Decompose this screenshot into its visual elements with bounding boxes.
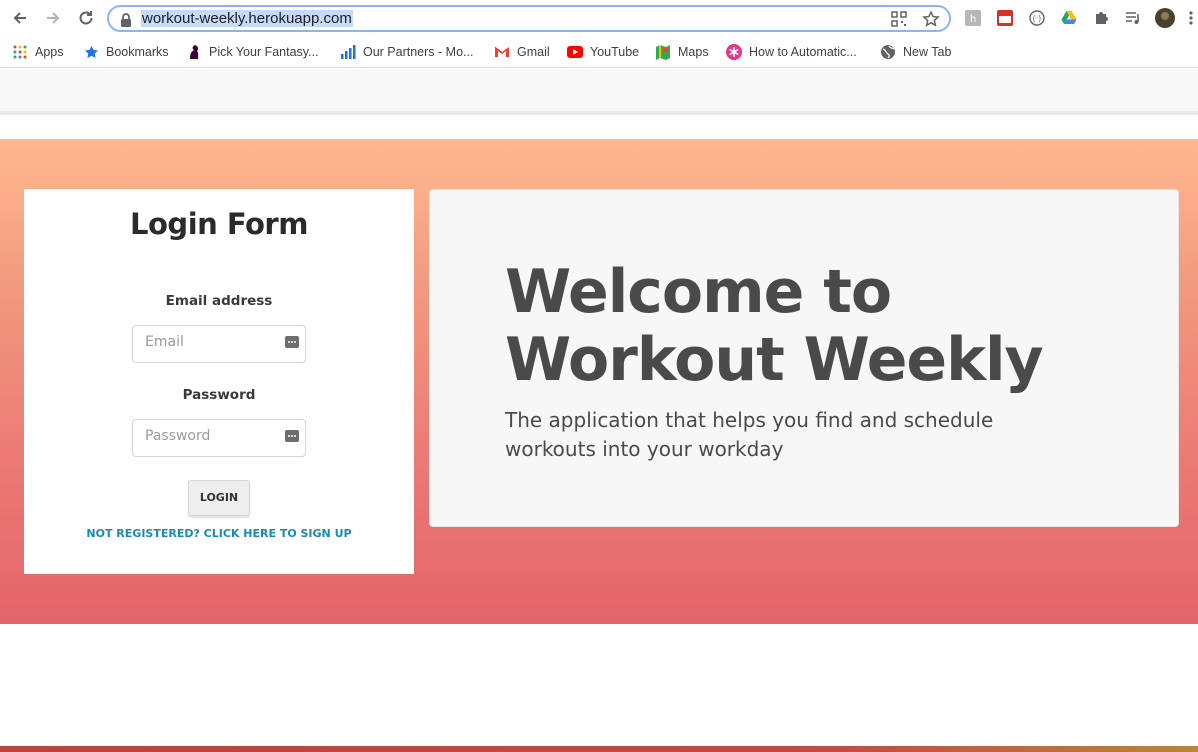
- email-label: Email address: [165, 293, 273, 309]
- bar-chart-icon: [340, 44, 356, 60]
- gmail-icon: [494, 44, 510, 60]
- puzzle-icon[interactable]: [1091, 8, 1111, 28]
- welcome-card: Welcome to Workout Weekly The applicatio…: [429, 189, 1179, 527]
- bookmark-label: Apps: [35, 45, 64, 59]
- footer-strip: [0, 746, 1198, 752]
- url-text[interactable]: workout-weekly.herokuapp.com: [141, 10, 353, 27]
- bookmark-label: Maps: [678, 45, 709, 59]
- login-button[interactable]: LOGIN: [188, 480, 250, 516]
- maps-icon: [655, 44, 671, 60]
- calendar-extension-icon[interactable]: [995, 8, 1015, 28]
- bookmark-star-icon[interactable]: [922, 10, 940, 32]
- bookmark-label: Pick Your Fantasy...: [209, 45, 319, 59]
- bookmark-youtube[interactable]: YouTube: [567, 41, 639, 63]
- bookmark-apps[interactable]: Apps: [12, 41, 64, 63]
- star-icon: [83, 44, 99, 60]
- bookmark-how-to-automatic[interactable]: How to Automatic...: [726, 41, 857, 63]
- profile-avatar[interactable]: [1155, 8, 1175, 28]
- bookmarks-bar: Apps Bookmarks Pick Your Fantasy... Our …: [0, 36, 1198, 68]
- menu-dots-icon[interactable]: [1186, 8, 1196, 28]
- reload-button[interactable]: [75, 7, 97, 29]
- apps-grid-icon: [12, 44, 28, 60]
- premier-league-icon: [186, 44, 202, 60]
- welcome-subtitle: The application that helps you find and …: [505, 408, 994, 461]
- email-field[interactable]: [132, 325, 306, 363]
- youtube-icon: [567, 44, 583, 60]
- bookmark-label: How to Automatic...: [749, 45, 857, 59]
- password-manager-icon[interactable]: [285, 336, 299, 348]
- extension-icon[interactable]: h: [963, 8, 983, 28]
- qr-code-icon[interactable]: [891, 11, 907, 31]
- back-button[interactable]: [9, 7, 31, 29]
- bookmark-label: Gmail: [517, 45, 550, 59]
- bookmark-gmail[interactable]: Gmail: [494, 41, 550, 63]
- globe-icon: [880, 44, 896, 60]
- bookmark-label: Bookmarks: [106, 45, 169, 59]
- email-input[interactable]: [145, 334, 275, 350]
- svg-text:(·): (·): [1033, 14, 1042, 23]
- bookmark-bookmarks[interactable]: Bookmarks: [83, 41, 169, 63]
- address-bar[interactable]: workout-weekly.herokuapp.com: [107, 5, 951, 32]
- bookmark-new-tab[interactable]: New Tab: [880, 41, 951, 63]
- forward-button[interactable]: [42, 7, 64, 29]
- reading-list-icon[interactable]: [1123, 8, 1143, 28]
- svg-text:h: h: [970, 14, 976, 25]
- login-form: Login Form Email address Password LOGIN …: [24, 189, 414, 574]
- welcome-title: Welcome to Workout Weekly: [505, 257, 1044, 395]
- arrow-left-icon: [13, 12, 26, 24]
- browser-toolbar: workout-weekly.herokuapp.com h (·): [0, 0, 1198, 36]
- lock-icon: [120, 12, 132, 31]
- signup-link[interactable]: NOT REGISTERED? CLICK HERE TO SIGN UP: [24, 527, 414, 540]
- arrow-right-icon: [47, 12, 60, 24]
- asterisk-icon: [726, 44, 742, 60]
- password-field[interactable]: [132, 419, 306, 457]
- bookmark-our-partners[interactable]: Our Partners - Mo...: [340, 41, 473, 63]
- bookmark-pick-your-fantasy[interactable]: Pick Your Fantasy...: [186, 41, 319, 63]
- bookmark-label: New Tab: [903, 45, 952, 59]
- hero-section: Login Form Email address Password LOGIN …: [0, 139, 1198, 624]
- password-label: Password: [182, 387, 256, 403]
- google-drive-icon[interactable]: [1059, 8, 1079, 28]
- bookmark-maps[interactable]: Maps: [655, 41, 709, 63]
- bookmark-label: YouTube: [590, 45, 640, 59]
- login-title: Login Form: [130, 207, 308, 241]
- reload-icon: [79, 11, 93, 25]
- app-navbar: [0, 69, 1198, 115]
- password-manager-icon[interactable]: [285, 430, 299, 442]
- code-extension-icon[interactable]: (·): [1027, 8, 1047, 28]
- password-input[interactable]: [145, 428, 275, 444]
- bookmark-label: Our Partners - Mo...: [363, 45, 474, 59]
